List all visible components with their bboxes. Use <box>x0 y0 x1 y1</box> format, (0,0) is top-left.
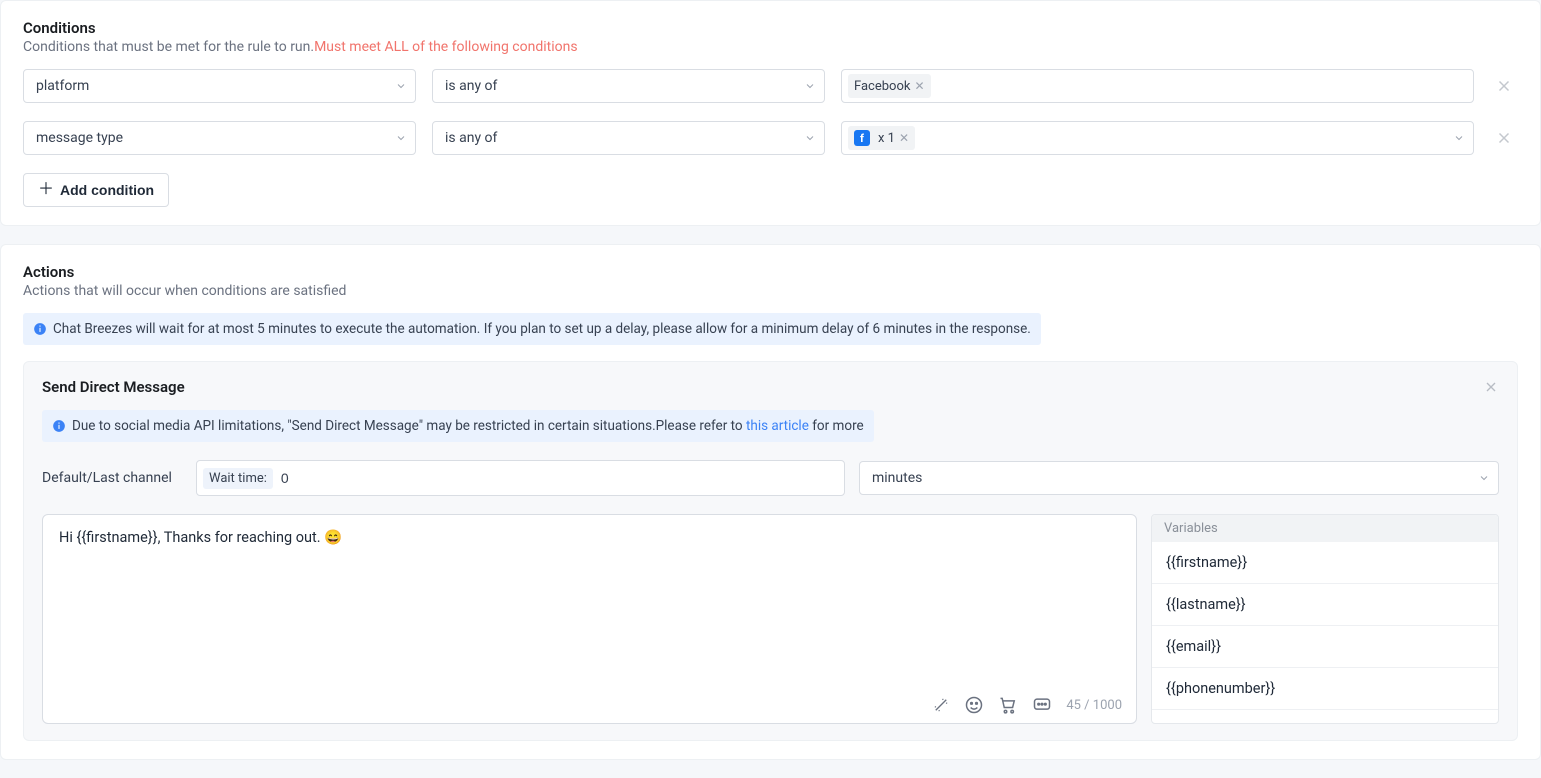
conditions-required: Must meet ALL of the following condition… <box>314 39 578 55</box>
char-counter: 45 / 1000 <box>1066 698 1122 713</box>
action-info-text: Due to social media API limitations, "Se… <box>72 418 864 434</box>
remove-condition-button[interactable] <box>1490 77 1518 95</box>
action-card-title: Send Direct Message <box>42 378 185 396</box>
actions-info-text: Chat Breezes will wait for at most 5 min… <box>53 321 1031 337</box>
condition-operator-select[interactable]: is any of <box>432 121 825 155</box>
variable-item[interactable]: {{firstname}} <box>1152 542 1498 584</box>
conditions-desc-text: Conditions that must be met for the rule… <box>23 39 314 55</box>
condition-operator-value: is any of <box>445 130 497 146</box>
condition-row: message type is any of f x 1 ✕ <box>23 121 1518 155</box>
action-card-header: Send Direct Message <box>42 378 1499 396</box>
chevron-down-icon <box>1478 472 1490 484</box>
condition-value-input[interactable]: f x 1 ✕ <box>841 121 1474 155</box>
chevron-down-icon <box>395 132 407 144</box>
condition-operator-value: is any of <box>445 78 497 94</box>
info-icon <box>52 419 66 433</box>
conditions-desc: Conditions that must be met for the rule… <box>23 39 1518 55</box>
emoji-icon[interactable] <box>964 695 984 715</box>
tag-remove-icon[interactable]: ✕ <box>899 132 909 144</box>
variables-panel: Variables {{firstname}} {{lastname}} {{e… <box>1151 514 1499 724</box>
variables-list[interactable]: {{firstname}} {{lastname}} {{email}} {{p… <box>1152 542 1498 710</box>
plus-icon: ＋ <box>38 182 54 198</box>
chevron-down-icon <box>1453 132 1465 144</box>
action-info-banner: Due to social media API limitations, "Se… <box>42 410 874 442</box>
actions-info-banner: Chat Breezes will wait for at most 5 min… <box>23 313 1041 345</box>
condition-operator-select[interactable]: is any of <box>432 69 825 103</box>
chevron-down-icon <box>395 80 407 92</box>
condition-value-tag: f x 1 ✕ <box>848 126 915 150</box>
message-icon[interactable] <box>1032 695 1052 715</box>
variable-item[interactable]: {{lastname}} <box>1152 584 1498 626</box>
add-condition-label: Add condition <box>60 182 154 198</box>
condition-value-input[interactable]: Facebook ✕ <box>841 69 1474 103</box>
editor-row: Hi {{firstname}}, Thanks for reaching ou… <box>42 514 1499 724</box>
facebook-icon: f <box>854 130 870 146</box>
tag-label: x 1 <box>878 131 895 146</box>
condition-field-value: message type <box>36 130 123 146</box>
variable-item[interactable]: {{phonenumber}} <box>1152 668 1498 710</box>
condition-value-tag: Facebook ✕ <box>848 74 931 98</box>
cart-icon[interactable] <box>998 695 1018 715</box>
wait-unit-value: minutes <box>872 470 922 486</box>
wait-time-field[interactable] <box>281 470 834 486</box>
action-card: Send Direct Message Due to social media … <box>23 361 1518 741</box>
tag-label: Facebook <box>854 79 910 94</box>
conditions-title: Conditions <box>23 19 1518 37</box>
chevron-down-icon <box>804 132 816 144</box>
action-info-link[interactable]: this article <box>746 418 809 434</box>
condition-field-select[interactable]: message type <box>23 121 416 155</box>
condition-row: platform is any of Facebook ✕ <box>23 69 1518 103</box>
add-condition-button[interactable]: ＋ Add condition <box>23 173 169 207</box>
actions-title: Actions <box>23 263 1518 281</box>
message-editor[interactable]: Hi {{firstname}}, Thanks for reaching ou… <box>42 514 1137 724</box>
tag-remove-icon[interactable]: ✕ <box>914 80 924 92</box>
condition-field-select[interactable]: platform <box>23 69 416 103</box>
magic-wand-icon[interactable] <box>932 696 950 714</box>
condition-field-value: platform <box>36 78 89 94</box>
chevron-down-icon <box>804 80 816 92</box>
editor-toolbar: 45 / 1000 <box>43 687 1136 723</box>
info-icon <box>33 322 47 336</box>
actions-panel: Actions Actions that will occur when con… <box>0 244 1541 760</box>
wait-unit-select[interactable]: minutes <box>859 461 1499 495</box>
variables-title: Variables <box>1152 515 1498 542</box>
remove-condition-button[interactable] <box>1490 129 1518 147</box>
message-text[interactable]: Hi {{firstname}}, Thanks for reaching ou… <box>43 515 1136 687</box>
action-card-close-button[interactable] <box>1483 379 1499 395</box>
wait-time-prefix: Wait time: <box>203 468 273 489</box>
variable-item[interactable]: {{email}} <box>1152 626 1498 668</box>
wait-time-input[interactable]: Wait time: <box>196 460 845 496</box>
channel-label: Default/Last channel <box>42 470 182 486</box>
wait-row: Default/Last channel Wait time: minutes <box>42 460 1499 496</box>
conditions-panel: Conditions Conditions that must be met f… <box>0 0 1541 226</box>
actions-desc: Actions that will occur when conditions … <box>23 283 1518 299</box>
